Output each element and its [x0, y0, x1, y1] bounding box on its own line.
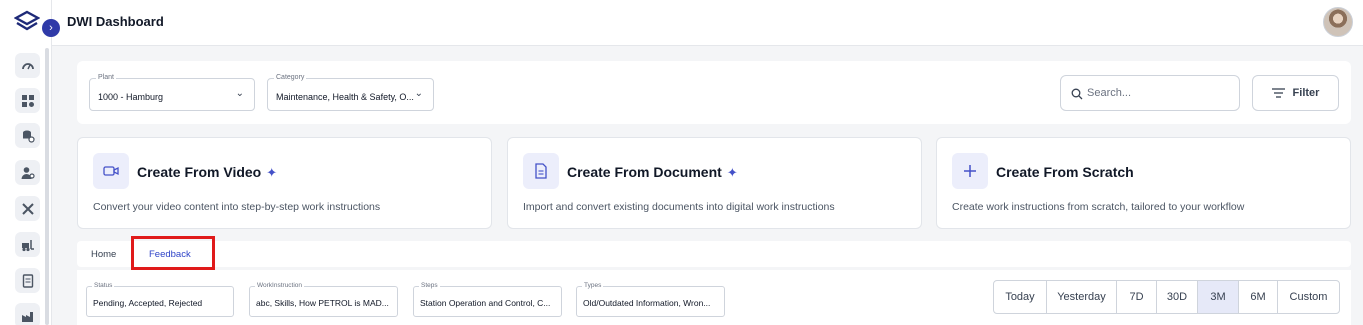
search-field[interactable]: [1060, 75, 1240, 111]
expand-sidebar-button[interactable]: ›: [42, 19, 60, 37]
sidebar-item-tools[interactable]: [15, 196, 40, 221]
plant-select[interactable]: Plant 1000 - Hamburg ⌄: [89, 74, 255, 111]
sidebar-item-apps[interactable]: [15, 88, 40, 113]
work-instruction-select-value: abc, Skills, How PETROL is MAD...: [256, 298, 389, 308]
user-avatar[interactable]: [1323, 7, 1353, 37]
types-select-value: Old/Outdated Information, Wron...: [583, 298, 711, 308]
plant-select-value: 1000 - Hamburg: [98, 92, 164, 102]
status-select-value: Pending, Accepted, Rejected: [93, 298, 203, 308]
top-header: DWI Dashboard: [52, 0, 1363, 46]
tab-bar: Home Feedback: [77, 241, 1351, 267]
card-description: Create work instructions from scratch, t…: [952, 201, 1245, 213]
card-title: Create From Scratch: [996, 164, 1134, 180]
plus-icon: [952, 153, 988, 189]
steps-select-value: Station Operation and Control, C...: [420, 298, 551, 308]
range-7d-button[interactable]: 7D: [1117, 281, 1157, 313]
document-icon: [523, 153, 559, 189]
app-logo-icon[interactable]: [14, 10, 40, 34]
user-settings-icon: [21, 166, 35, 179]
video-icon: [93, 153, 129, 189]
range-3m-button[interactable]: 3M: [1198, 281, 1239, 313]
card-title: Create From Document ✦: [567, 164, 738, 180]
filter-button-label: Filter: [1292, 87, 1320, 99]
chevron-right-icon: ›: [49, 22, 53, 34]
filter-button[interactable]: Filter: [1252, 75, 1339, 111]
category-select-label: Category: [274, 74, 307, 81]
card-description: Convert your video content into step-by-…: [93, 201, 381, 213]
steps-select-label: Steps: [419, 282, 440, 289]
filter-bar: Plant 1000 - Hamburg ⌄ Category Maintena…: [77, 61, 1351, 124]
sidebar: [0, 0, 52, 325]
tab-home[interactable]: Home: [91, 249, 116, 260]
range-yesterday-button[interactable]: Yesterday: [1047, 281, 1117, 313]
work-instruction-select[interactable]: WorkInstruction abc, Skills, How PETROL …: [249, 282, 398, 317]
types-select[interactable]: Types Old/Outdated Information, Wron...: [576, 282, 725, 317]
steps-select[interactable]: Steps Station Operation and Control, C..…: [413, 282, 562, 317]
database-settings-icon: [22, 130, 35, 143]
card-description: Import and convert existing documents in…: [523, 201, 835, 213]
chevron-down-icon: ⌄: [235, 88, 244, 99]
plant-select-label: Plant: [96, 74, 116, 81]
ai-sparkle-icon: ✦: [266, 165, 278, 180]
filter-lines-icon: [1271, 88, 1285, 98]
factory-icon: [21, 311, 33, 322]
category-select-value: Maintenance, Health & Safety, O...: [276, 92, 414, 102]
search-input[interactable]: [1087, 85, 1227, 101]
sidebar-item-database[interactable]: [15, 123, 40, 148]
card-title: Create From Video ✦: [137, 164, 278, 180]
document-icon: [22, 273, 33, 288]
forklift-icon: [21, 239, 34, 251]
sidebar-item-users[interactable]: [15, 160, 40, 185]
types-select-label: Types: [582, 282, 604, 289]
ai-sparkle-icon: ✦: [726, 165, 738, 180]
sidebar-item-documents[interactable]: [15, 268, 40, 293]
status-select[interactable]: Status Pending, Accepted, Rejected: [86, 282, 234, 317]
range-30d-button[interactable]: 30D: [1157, 281, 1198, 313]
tools-icon: [21, 202, 34, 215]
sidebar-scrollbar[interactable]: [45, 48, 49, 325]
create-from-video-card[interactable]: Create From Video ✦ Convert your video co…: [77, 137, 492, 229]
search-icon: [1071, 88, 1083, 100]
sidebar-item-equipment[interactable]: [15, 232, 40, 257]
work-instruction-select-label: WorkInstruction: [255, 282, 305, 289]
date-range-selector: Today Yesterday 7D 30D 3M 6M Custom: [993, 280, 1340, 314]
gauge-icon: [21, 62, 34, 69]
app-title: DWI Dashboard: [67, 14, 164, 29]
category-select[interactable]: Category Maintenance, Health & Safety, O…: [267, 74, 434, 111]
sidebar-item-dashboard[interactable]: [15, 53, 40, 78]
status-select-label: Status: [92, 282, 115, 289]
range-today-button[interactable]: Today: [994, 281, 1047, 313]
feedback-tab-highlight: [131, 236, 215, 270]
create-from-scratch-card[interactable]: Create From Scratch Create work instruct…: [936, 137, 1351, 229]
apps-grid-icon: [21, 94, 34, 107]
range-6m-button[interactable]: 6M: [1239, 281, 1278, 313]
sidebar-item-factory[interactable]: [15, 303, 40, 325]
chevron-down-icon: ⌄: [414, 88, 423, 99]
range-custom-button[interactable]: Custom: [1278, 281, 1339, 313]
create-from-document-card[interactable]: Create From Document ✦ Import and convert…: [507, 137, 922, 229]
